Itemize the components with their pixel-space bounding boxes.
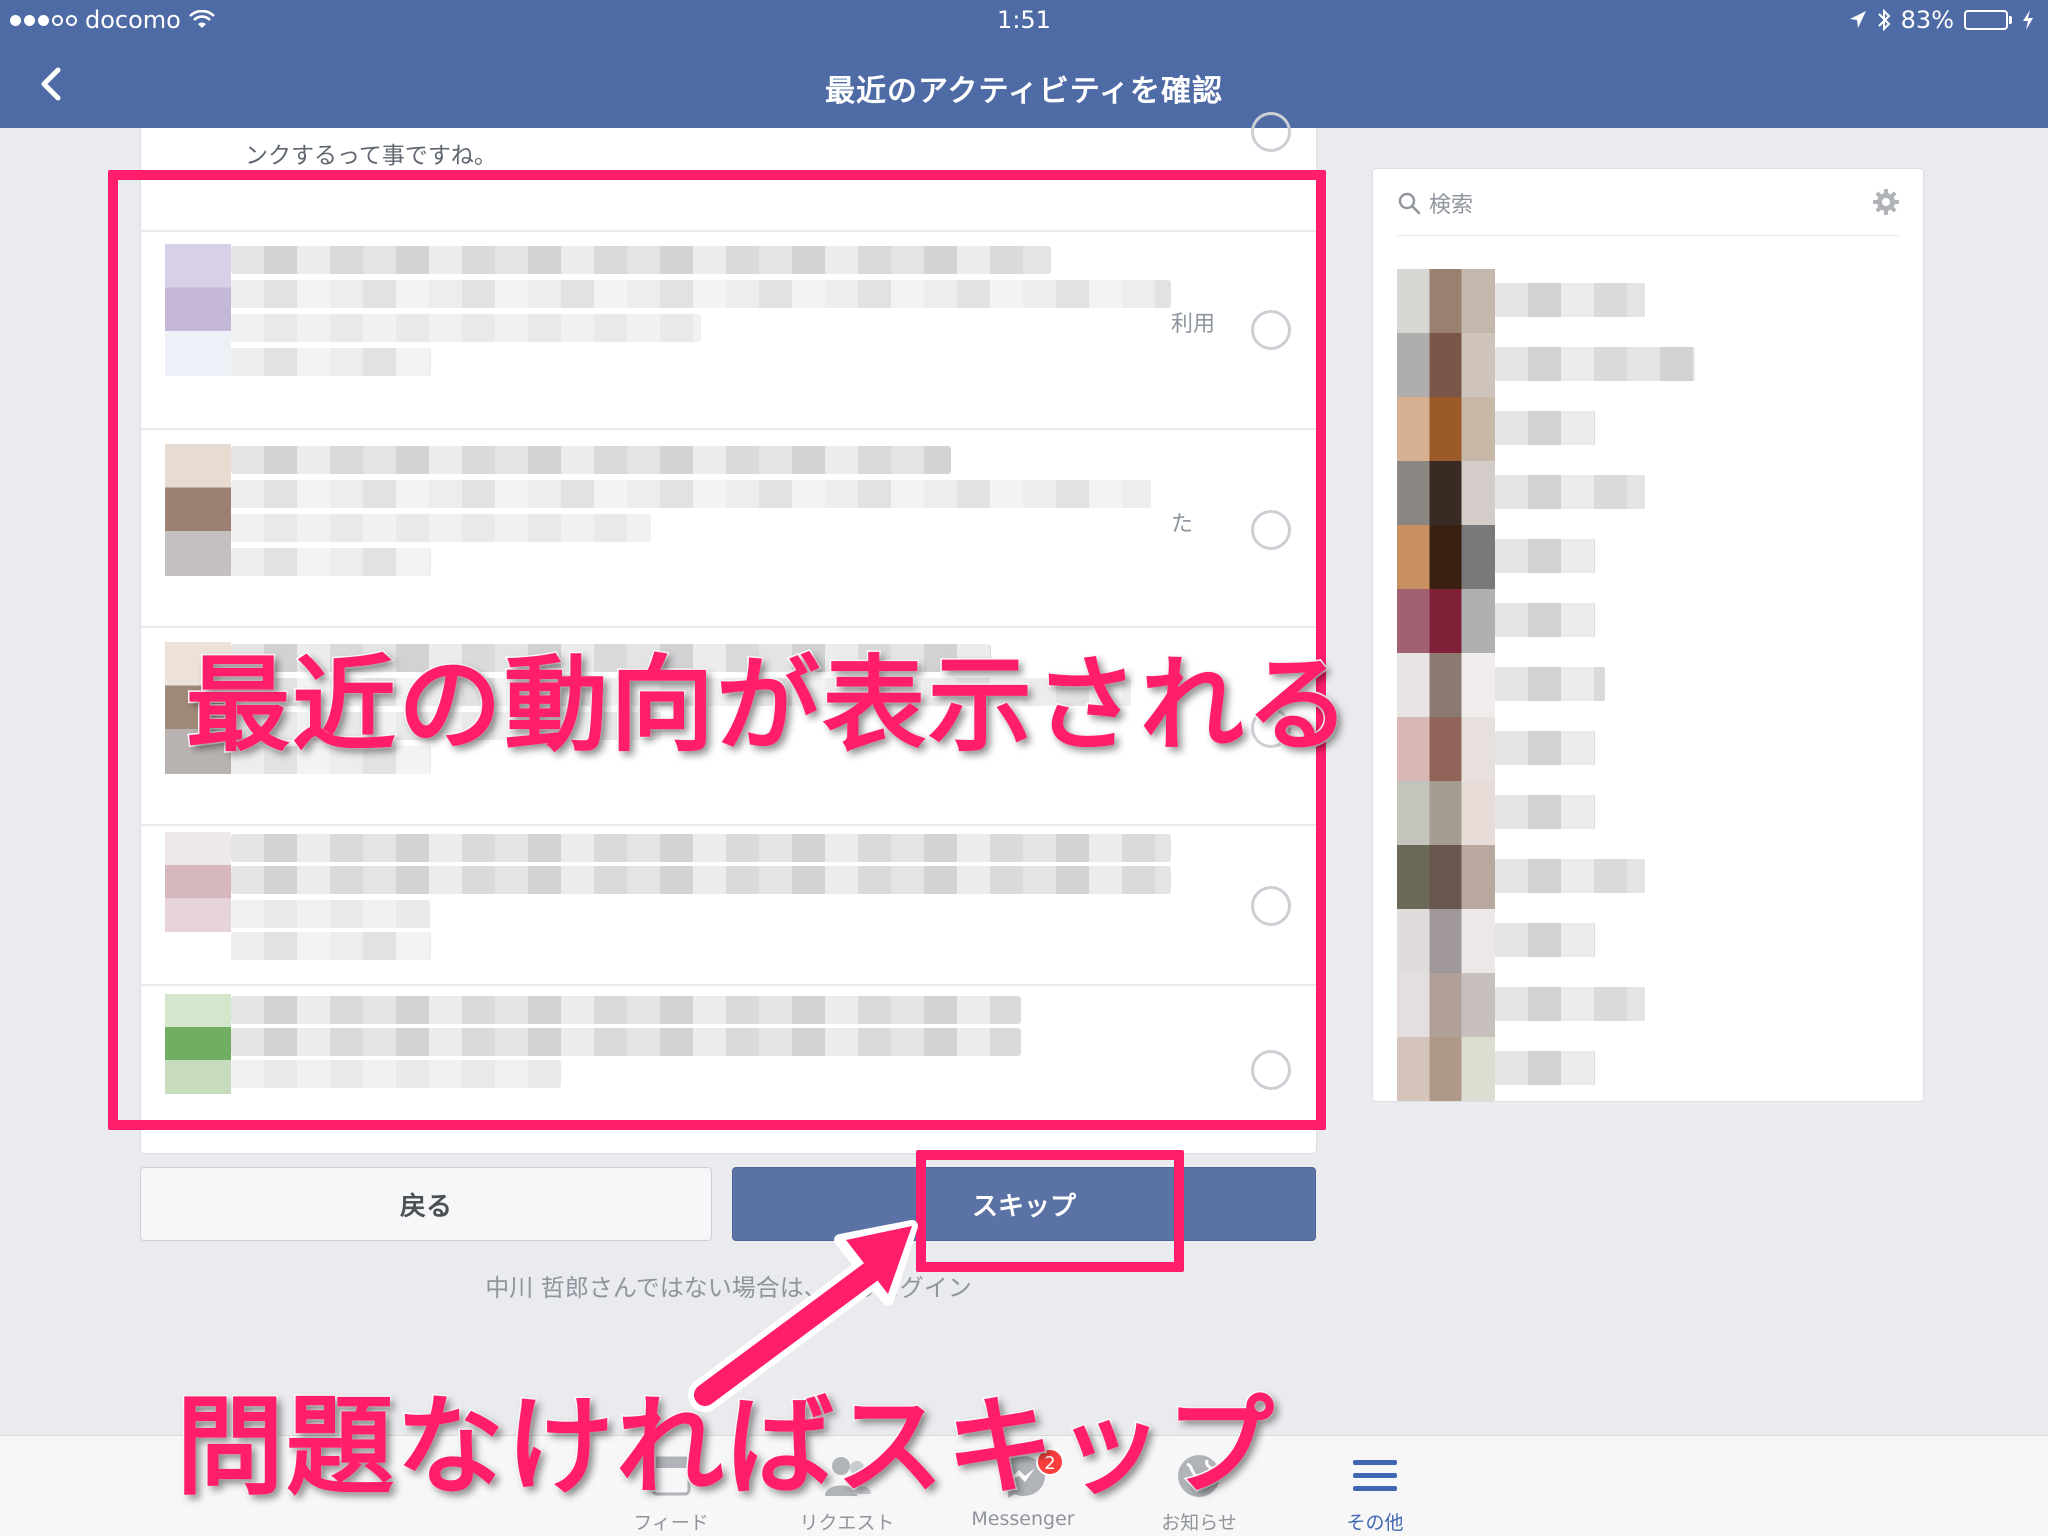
friend-item[interactable] xyxy=(1397,1037,1777,1101)
friend-avatar xyxy=(1397,269,1495,333)
battery-icon xyxy=(1964,10,2012,30)
friend-avatar xyxy=(1397,717,1495,781)
friend-avatar xyxy=(1397,397,1495,461)
blurred-text xyxy=(231,548,431,576)
friend-avatar xyxy=(1397,525,1495,589)
friend-item[interactable] xyxy=(1397,717,1777,781)
friend-item[interactable] xyxy=(1397,653,1777,717)
friend-avatar xyxy=(1397,909,1495,973)
row-select-radio[interactable] xyxy=(1251,1050,1291,1090)
search-icon xyxy=(1398,192,1421,215)
activity-thumbnail xyxy=(165,994,231,1094)
tab-more[interactable]: その他 xyxy=(1300,1448,1450,1535)
blurred-text xyxy=(231,446,951,474)
row-text-suffix: た xyxy=(1171,512,1194,537)
friends-panel: 検索 xyxy=(1372,168,1924,1102)
row-select-radio[interactable] xyxy=(1251,310,1291,350)
bluetooth-icon xyxy=(1877,8,1891,32)
blurred-text xyxy=(231,1060,561,1088)
blurred-text xyxy=(231,280,1171,308)
activity-thumbnail xyxy=(165,832,231,932)
blurred-text xyxy=(231,348,431,376)
friend-item[interactable] xyxy=(1397,909,1777,973)
friend-avatar xyxy=(1397,333,1495,397)
blurred-text xyxy=(231,246,1051,274)
friend-item[interactable] xyxy=(1397,973,1777,1037)
friend-name-blurred xyxy=(1495,859,1645,893)
friend-name-blurred xyxy=(1495,603,1595,637)
friend-avatar xyxy=(1397,973,1495,1037)
blurred-text xyxy=(231,932,431,960)
blurred-text xyxy=(231,996,1021,1024)
activity-row: 利用 xyxy=(141,230,1318,428)
friend-name-blurred xyxy=(1495,923,1595,957)
blurred-text xyxy=(231,866,1171,894)
menu-icon xyxy=(1353,1460,1397,1491)
activity-thumbnail xyxy=(165,244,231,376)
friend-item[interactable] xyxy=(1397,589,1777,653)
annotation-caption-skip: 問題なければスキップ xyxy=(174,1384,1277,1512)
row-select-radio[interactable] xyxy=(1251,510,1291,550)
friend-name-blurred xyxy=(1495,795,1595,829)
friend-name-blurred xyxy=(1495,475,1645,509)
friend-item[interactable] xyxy=(1397,269,1777,333)
navigation-bar: 最近のアクティビティを確認 xyxy=(0,42,2048,128)
friend-avatar xyxy=(1397,781,1495,845)
activity-row: た xyxy=(141,428,1318,626)
status-bar: docomo 1:51 83% xyxy=(0,0,2048,42)
friend-name-blurred xyxy=(1495,731,1595,765)
friend-item[interactable] xyxy=(1397,333,1777,397)
friend-item[interactable] xyxy=(1397,525,1777,589)
activity-row xyxy=(141,824,1318,984)
friend-avatar xyxy=(1397,589,1495,653)
friend-avatar xyxy=(1397,845,1495,909)
blurred-text xyxy=(231,514,651,542)
activity-thumbnail xyxy=(165,444,231,576)
charging-bolt-icon xyxy=(2023,10,2033,30)
friend-name-blurred xyxy=(1495,987,1645,1021)
friend-avatar xyxy=(1397,461,1495,525)
skip-button[interactable]: スキップ xyxy=(732,1167,1316,1241)
row-text-suffix: 利用 xyxy=(1171,312,1216,337)
tab-label: その他 xyxy=(1346,1512,1404,1534)
friend-avatar xyxy=(1397,653,1495,717)
friend-item[interactable] xyxy=(1397,461,1777,525)
friend-item[interactable] xyxy=(1397,845,1777,909)
friend-name-blurred xyxy=(1495,347,1695,381)
gear-icon[interactable] xyxy=(1871,187,1901,217)
panel-divider xyxy=(1397,235,1899,236)
friend-item[interactable] xyxy=(1397,397,1777,461)
friend-name-blurred xyxy=(1495,667,1605,701)
back-button[interactable]: 戻る xyxy=(140,1167,712,1241)
status-right: 83% xyxy=(1849,6,2034,34)
login-link[interactable]: からログイン xyxy=(828,1274,972,1302)
blurred-text xyxy=(231,834,1171,862)
friend-name-blurred xyxy=(1495,1051,1595,1085)
blurred-text xyxy=(231,1028,1021,1056)
search-placeholder: 検索 xyxy=(1429,193,1474,218)
login-notice: 中川 哲郎さんではない場合は、からログイン xyxy=(140,1268,1317,1303)
previous-item-radio[interactable] xyxy=(1251,112,1291,152)
status-time: 1:51 xyxy=(997,6,1051,34)
row-select-radio[interactable] xyxy=(1251,886,1291,926)
friend-avatar xyxy=(1397,1037,1495,1101)
friend-item[interactable] xyxy=(1397,781,1777,845)
friend-name-blurred xyxy=(1495,283,1645,317)
blurred-text xyxy=(231,900,431,928)
notice-text: 中川 哲郎さんではない場合は、 xyxy=(485,1274,828,1302)
friend-name-blurred xyxy=(1495,539,1595,573)
friends-search[interactable]: 検索 xyxy=(1397,187,1473,219)
blurred-text xyxy=(231,480,1151,508)
page-title: 最近のアクティビティを確認 xyxy=(825,74,1223,109)
battery-percent: 83% xyxy=(1900,6,1954,34)
previous-item-text: ンクするって事ですね。 xyxy=(245,143,497,169)
blurred-text xyxy=(231,314,701,342)
friend-name-blurred xyxy=(1495,411,1595,445)
annotation-caption-activity: 最近の動向が表示される xyxy=(184,643,1353,768)
activity-row xyxy=(141,984,1318,1154)
location-arrow-icon xyxy=(1849,11,1866,28)
